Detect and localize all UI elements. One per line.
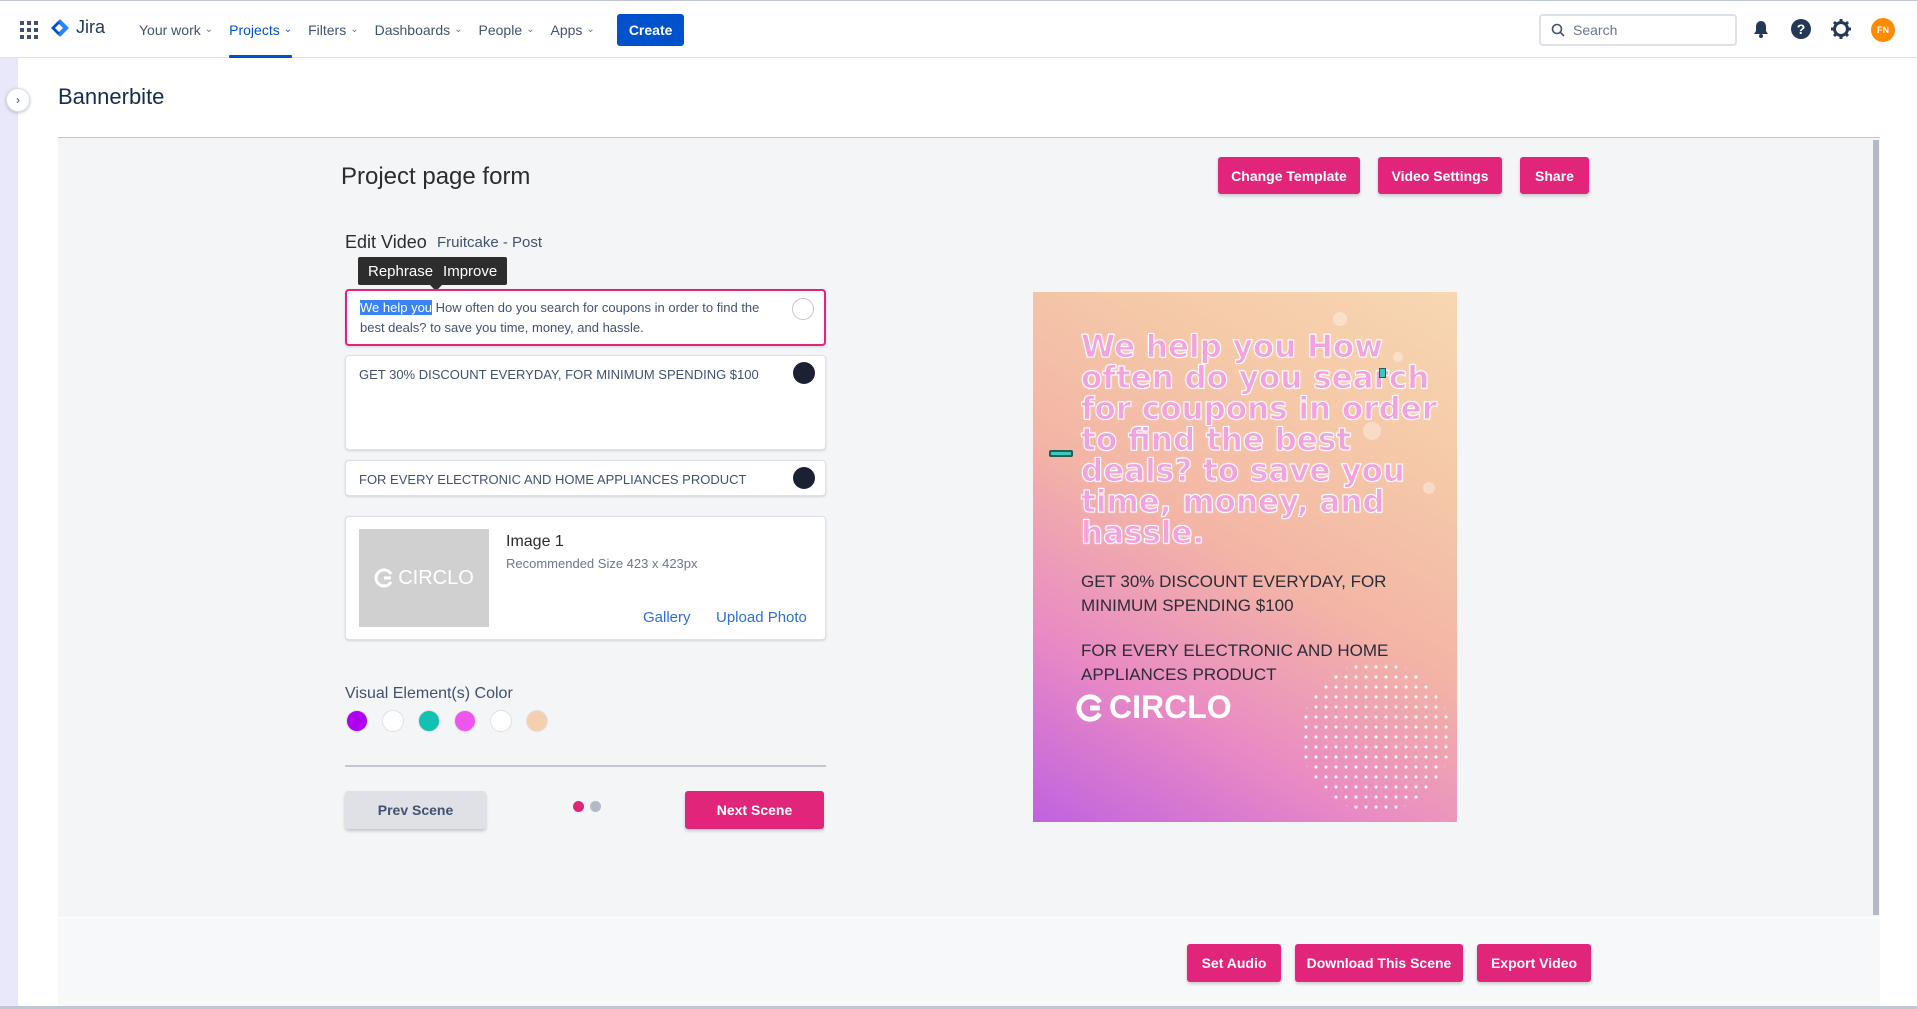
resize-handle[interactable] bbox=[1049, 450, 1073, 457]
search-placeholder: Search bbox=[1573, 22, 1618, 38]
app-switcher-icon[interactable] bbox=[20, 21, 38, 39]
page-title: Bannerbite bbox=[58, 84, 165, 109]
image-title: Image 1 bbox=[506, 533, 564, 550]
video-settings-button[interactable]: Video Settings bbox=[1378, 157, 1502, 194]
text-color-dot[interactable] bbox=[793, 467, 815, 489]
jira-logo[interactable]: Jira bbox=[50, 17, 105, 38]
pager-dot[interactable] bbox=[590, 801, 601, 812]
preview-logo: CIRCLO bbox=[1076, 689, 1232, 726]
divider bbox=[345, 765, 826, 767]
top-navigation: Jira Your work ⌄ Projects ⌄ Filters ⌄ Dashb… bbox=[0, 0, 1917, 58]
next-scene-button[interactable]: Next Scene bbox=[685, 791, 824, 829]
search-icon bbox=[1551, 23, 1565, 37]
resize-handle[interactable] bbox=[1379, 368, 1386, 378]
search-input[interactable]: Search bbox=[1539, 14, 1737, 46]
nav-dashboards-label: Dashboards bbox=[374, 21, 451, 38]
editor-panel bbox=[58, 137, 1880, 917]
preview-line-2: FOR EVERY ELECTRONIC AND HOME APPLIANCES… bbox=[1081, 641, 1389, 684]
text-field-2[interactable]: GET 30% DISCOUNT EVERYDAY, FOR MINIMUM S… bbox=[345, 355, 826, 450]
gallery-link[interactable]: Gallery bbox=[643, 609, 691, 626]
color-swatch-white[interactable] bbox=[382, 710, 404, 732]
color-swatch-pink[interactable] bbox=[454, 710, 476, 732]
pager-dot-active[interactable] bbox=[573, 801, 584, 812]
chevron-down-icon: ⌄ bbox=[204, 24, 214, 35]
text-color-dot[interactable] bbox=[793, 362, 815, 384]
svg-text:?: ? bbox=[1797, 21, 1806, 37]
primary-nav: Your work ⌄ Projects ⌄ Filters ⌄ Dashboards… bbox=[131, 1, 685, 58]
panel-scrollbar[interactable] bbox=[1873, 140, 1879, 915]
text-field-1[interactable]: We help you How often do you search for … bbox=[345, 289, 826, 346]
nav-apps[interactable]: Apps ⌄ bbox=[543, 1, 603, 58]
circlo-logo-icon bbox=[374, 568, 393, 588]
bokeh-dot bbox=[1333, 312, 1347, 326]
footer-action-bar bbox=[58, 918, 1880, 1009]
prev-scene-button[interactable]: Prev Scene bbox=[345, 791, 486, 829]
preview-logo-text: CIRCLO bbox=[1109, 689, 1232, 725]
selected-text: We help you bbox=[360, 300, 433, 315]
nav-projects[interactable]: Projects ⌄ bbox=[221, 1, 300, 58]
chevron-down-icon: ⌄ bbox=[454, 24, 463, 35]
improve-option[interactable]: Improve bbox=[443, 263, 497, 280]
nav-your-work[interactable]: Your work ⌄ bbox=[131, 1, 221, 58]
thumbnail-logo-text: CIRCLO bbox=[398, 566, 474, 589]
edit-video-label: Edit Video bbox=[345, 232, 427, 252]
text-field-3[interactable]: FOR EVERY ELECTRONIC AND HOME APPLIANCES… bbox=[345, 460, 826, 496]
nav-filters-label: Filters bbox=[308, 21, 347, 38]
notifications-icon[interactable] bbox=[1749, 17, 1773, 41]
circlo-logo-icon bbox=[1076, 693, 1102, 722]
help-icon[interactable]: ? bbox=[1789, 17, 1813, 41]
settings-gear-icon[interactable] bbox=[1829, 17, 1853, 41]
nav-projects-label: Projects bbox=[229, 21, 280, 38]
share-button[interactable]: Share bbox=[1520, 157, 1589, 194]
image-recommended-size: Recommended Size 423 x 423px bbox=[506, 556, 698, 571]
chevron-right-icon: › bbox=[16, 93, 20, 107]
jira-logo-text: Jira bbox=[76, 17, 106, 37]
preview-headline: We help you How often do you search for … bbox=[1081, 329, 1438, 551]
color-swatch-purple[interactable] bbox=[346, 710, 368, 732]
chevron-down-icon: ⌄ bbox=[350, 24, 359, 35]
set-audio-button[interactable]: Set Audio bbox=[1187, 944, 1281, 982]
nav-people-label: People bbox=[478, 21, 523, 38]
change-template-button[interactable]: Change Template bbox=[1218, 157, 1360, 194]
nav-your-work-label: Your work bbox=[139, 21, 201, 38]
ai-text-tooltip: Rephrase Improve bbox=[358, 257, 508, 291]
create-button[interactable]: Create bbox=[616, 13, 685, 46]
chevron-down-icon: ⌄ bbox=[526, 24, 535, 35]
text-field-3-value: FOR EVERY ELECTRONIC AND HOME APPLIANCES… bbox=[359, 472, 747, 487]
chevron-down-icon: ⌄ bbox=[283, 24, 293, 35]
text-color-dot[interactable] bbox=[792, 298, 814, 320]
chevron-down-icon: ⌄ bbox=[586, 24, 595, 35]
export-video-button[interactable]: Export Video bbox=[1477, 944, 1591, 982]
download-scene-button[interactable]: Download This Scene bbox=[1295, 944, 1463, 982]
color-swatch-teal[interactable] bbox=[418, 710, 440, 732]
nav-filters[interactable]: Filters ⌄ bbox=[300, 1, 367, 58]
nav-apps-label: Apps bbox=[550, 21, 583, 38]
color-swatch-white[interactable] bbox=[490, 710, 512, 732]
rephrase-option[interactable]: Rephrase bbox=[368, 263, 433, 280]
image-thumbnail[interactable]: CIRCLO bbox=[359, 529, 489, 627]
form-title: Project page form bbox=[341, 163, 531, 190]
preview-line-1: GET 30% DISCOUNT EVERYDAY, FOR MINIMUM S… bbox=[1081, 572, 1387, 615]
jira-logo-icon bbox=[51, 18, 69, 37]
color-swatch-peach[interactable] bbox=[526, 710, 548, 732]
nav-people[interactable]: People ⌄ bbox=[471, 1, 543, 58]
nav-dashboards[interactable]: Dashboards ⌄ bbox=[367, 1, 471, 58]
visual-color-label: Visual Element(s) Color bbox=[345, 685, 513, 702]
upload-photo-link[interactable]: Upload Photo bbox=[716, 609, 807, 626]
image-upload-card: CIRCLO Image 1 Recommended Size 423 x 42… bbox=[345, 516, 826, 640]
user-avatar[interactable]: FN bbox=[1871, 18, 1895, 42]
video-preview[interactable]: We help you How often do you search for … bbox=[1033, 292, 1457, 822]
text-field-2-value: GET 30% DISCOUNT EVERYDAY, FOR MINIMUM S… bbox=[359, 367, 759, 382]
template-name: Fruitcake - Post bbox=[437, 234, 543, 251]
expand-sidebar-button[interactable]: › bbox=[6, 88, 30, 112]
left-sidebar-collapsed bbox=[0, 58, 18, 1009]
